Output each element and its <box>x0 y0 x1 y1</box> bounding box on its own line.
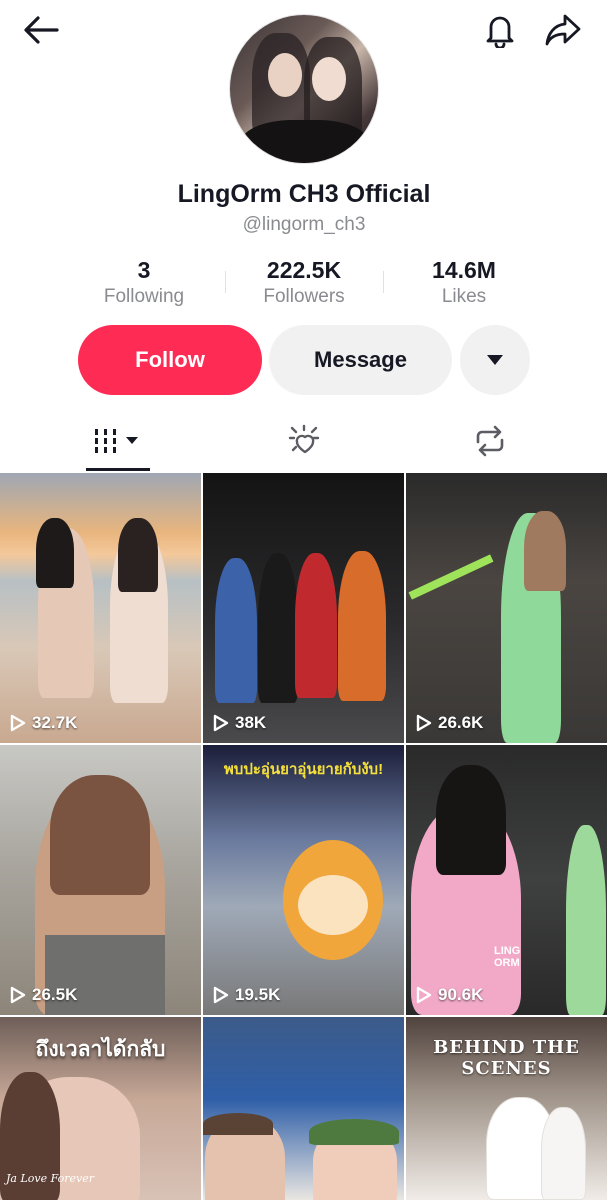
play-icon <box>10 986 26 1004</box>
message-button[interactable]: Message <box>269 325 452 395</box>
stat-followers-value: 222.5K <box>266 257 342 283</box>
video-grid: 32.7K 38K 26.6K 26.5K พบปะอุ่นยาอุ่นยายก… <box>0 473 608 1200</box>
tab-reposts[interactable] <box>440 410 540 472</box>
view-count: 32.7K <box>10 713 77 733</box>
view-count: 90.6K <box>416 985 483 1005</box>
stat-likes[interactable]: 14.6M Likes <box>384 255 544 309</box>
video-thumbnail[interactable]: พบปะอุ่นยาอุ่นยายกับงับ! 19.5K <box>203 745 404 1015</box>
repost-icon <box>476 425 504 457</box>
stat-following-label: Following <box>103 286 185 307</box>
video-thumbnail[interactable]: LING ORM 90.6K <box>406 745 607 1015</box>
view-count-text: 38K <box>235 713 267 732</box>
profile-stats: 3 Following 222.5K Followers 14.6M Likes <box>44 255 564 313</box>
view-count-text: 26.5K <box>32 985 78 1004</box>
play-icon <box>213 714 229 732</box>
tab-selected-indicator <box>86 468 150 471</box>
stat-likes-label: Likes <box>441 286 487 307</box>
view-count-text: 90.6K <box>438 985 484 1004</box>
video-thumbnail[interactable]: BEHIND THE SCENES <box>406 1017 607 1200</box>
play-icon <box>213 986 229 1004</box>
more-options-button[interactable] <box>460 325 530 395</box>
notifications-button[interactable] <box>478 8 522 52</box>
view-count: 26.6K <box>416 713 483 733</box>
sparkle-heart-icon <box>288 424 320 454</box>
video-thumbnail[interactable] <box>203 1017 404 1200</box>
stat-likes-value: 14.6M <box>432 257 496 283</box>
caret-down-icon <box>487 355 503 365</box>
stat-following-value: 3 <box>137 257 151 283</box>
back-button[interactable] <box>18 10 64 50</box>
video-banner-text: พบปะอุ่นยาอุ่นยายกับงับ! <box>223 761 384 778</box>
arrow-left-icon <box>24 16 59 44</box>
profile-handle: @lingorm_ch3 <box>242 214 366 235</box>
view-count: 19.5K <box>213 985 280 1005</box>
view-count-text: 26.6K <box>438 713 484 732</box>
stat-following[interactable]: 3 Following <box>64 255 224 309</box>
follow-button[interactable]: Follow <box>78 325 262 395</box>
stat-followers[interactable]: 222.5K Followers <box>224 255 384 309</box>
play-icon <box>10 714 26 732</box>
profile-tabs <box>0 410 608 472</box>
video-thumbnail[interactable]: 38K <box>203 473 404 743</box>
video-watermark: LING ORM <box>494 945 521 969</box>
video-thumbnail[interactable]: 32.7K <box>0 473 201 743</box>
view-count: 38K <box>213 713 266 733</box>
profile-avatar[interactable] <box>229 14 379 164</box>
play-icon <box>416 986 432 1004</box>
profile-display-name: LingOrm CH3 Official <box>177 180 431 208</box>
video-signature: Ja Love Forever <box>6 1172 95 1185</box>
view-count-text: 32.7K <box>32 713 78 732</box>
video-caption: BEHIND THE SCENES <box>433 1037 580 1079</box>
tab-liked[interactable] <box>254 410 354 472</box>
share-button[interactable] <box>540 8 586 52</box>
tab-videos[interactable] <box>68 410 166 472</box>
view-count: 26.5K <box>10 985 77 1005</box>
grid-bars-icon <box>95 429 138 453</box>
video-thumbnail[interactable]: ถึงเวลาได้กลับ Ja Love Forever <box>0 1017 201 1200</box>
stat-followers-label: Followers <box>263 286 345 307</box>
bell-icon <box>486 16 514 48</box>
share-arrow-icon <box>545 14 581 46</box>
view-count-text: 19.5K <box>235 985 281 1004</box>
play-icon <box>416 714 432 732</box>
video-thumbnail[interactable]: 26.5K <box>0 745 201 1015</box>
video-caption: ถึงเวลาได้กลับ <box>35 1038 166 1061</box>
video-thumbnail[interactable]: 26.6K <box>406 473 607 743</box>
